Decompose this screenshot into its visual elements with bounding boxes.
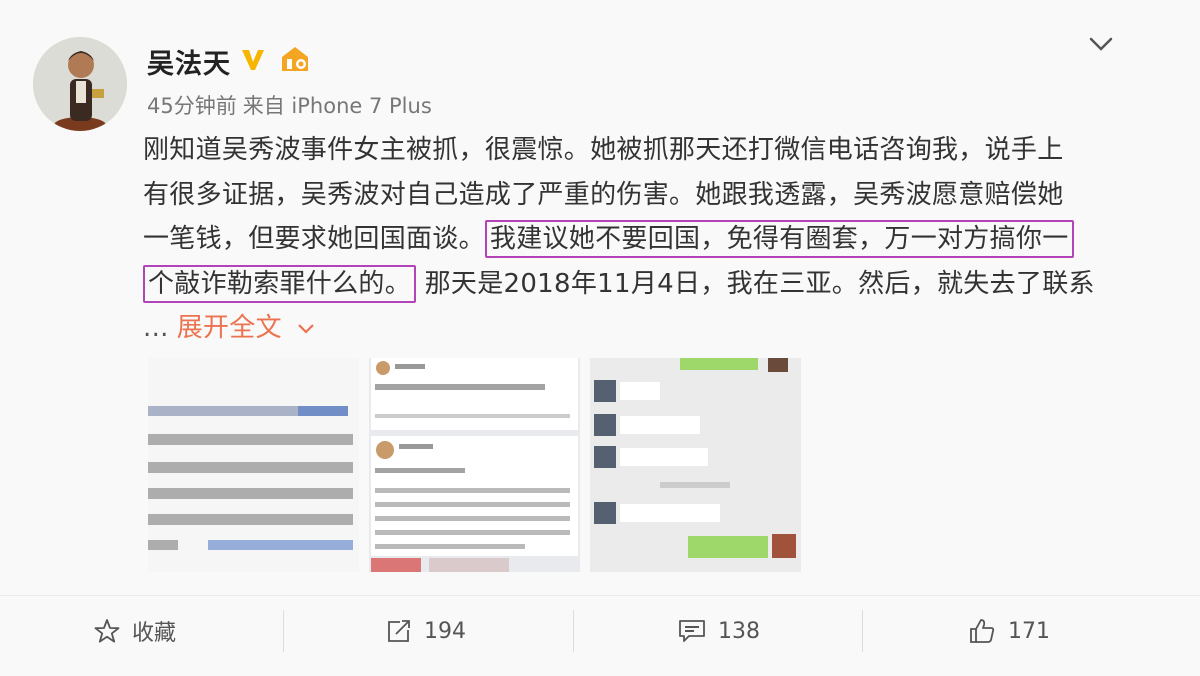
like-button[interactable]: 171 (968, 614, 1050, 648)
chevron-down-icon[interactable] (1087, 34, 1115, 54)
action-bar: 收藏 194 138 171 (0, 595, 1200, 666)
thumbs-up-icon (970, 619, 995, 643)
like-count: 171 (1008, 618, 1050, 644)
ellipsis: ... (143, 313, 169, 343)
post-line: 个敲诈勒索罪什么的。 那天是2018年11月4日，我在三亚。然后，就失去了联系 (143, 262, 1103, 307)
favorite-button[interactable]: 收藏 (94, 614, 176, 648)
post-meta: 45分钟前 来自 iPhone 7 Plus (147, 90, 432, 120)
chevron-down-icon (298, 323, 314, 334)
username[interactable]: 吴法天 (147, 42, 231, 81)
post-text-segment: 那天是2018年11月4日，我在三亚。然后，就失去了联系 (424, 268, 1095, 299)
repost-icon (388, 620, 410, 642)
avatar-figure-icon (33, 37, 127, 131)
image-thumbnail-3[interactable] (590, 358, 801, 572)
comment-button[interactable]: 138 (678, 614, 760, 648)
chat-screenshot-image (590, 358, 801, 572)
post-line: 有很多证据，吴秀波对自己造成了严重的伤害。她跟我透露，吴秀波愿意赔偿她 (143, 179, 1064, 210)
weibo-post-card: 吴法天 45分钟前 来自 iPhone 7 Plus 刚知道吴秀波事件女主被抓，很… (0, 0, 1200, 676)
comment-icon (679, 620, 705, 642)
post-body: 刚知道吴秀波事件女主被抓，很震惊。她被抓那天还打微信电话咨询我，说手上 有很多证… (143, 128, 1103, 351)
highlighted-text: 我建议她不要回国，免得有圈套，万一对方搞你一 (484, 220, 1074, 258)
post-screenshot-image (369, 358, 580, 572)
post-line: 一笔钱，但要求她回国面谈。 我建议她不要回国，免得有圈套，万一对方搞你一 (143, 217, 1103, 262)
image-thumbnail-1[interactable] (148, 358, 359, 572)
post-text-segment: 一笔钱，但要求她回国面谈。 (143, 224, 485, 254)
repost-button[interactable]: 194 (386, 614, 466, 648)
highlighted-text: 个敲诈勒索罪什么的。 (143, 264, 417, 303)
verified-v-icon (242, 50, 264, 70)
repost-count: 194 (424, 618, 466, 644)
text-screenshot-image (148, 358, 359, 572)
member-crown-icon[interactable] (278, 43, 312, 75)
divider (573, 610, 574, 652)
post-line: 刚知道吴秀波事件女主被抓，很震惊。她被抓那天还打微信电话咨询我，说手上 (143, 135, 1064, 165)
star-icon (94, 619, 120, 643)
comment-count: 138 (718, 618, 760, 644)
favorite-label: 收藏 (132, 621, 177, 646)
expand-full-text-link[interactable]: 展开全文 (177, 313, 316, 343)
divider (283, 610, 284, 652)
divider (862, 610, 863, 652)
post-time[interactable]: 45分钟前 (147, 94, 237, 118)
post-source: 来自 iPhone 7 Plus (242, 94, 432, 118)
expand-row: ... 展开全文 (143, 306, 1103, 351)
expand-label: 展开全文 (176, 313, 282, 343)
avatar[interactable] (33, 37, 127, 131)
image-thumbnail-2[interactable] (369, 358, 580, 572)
